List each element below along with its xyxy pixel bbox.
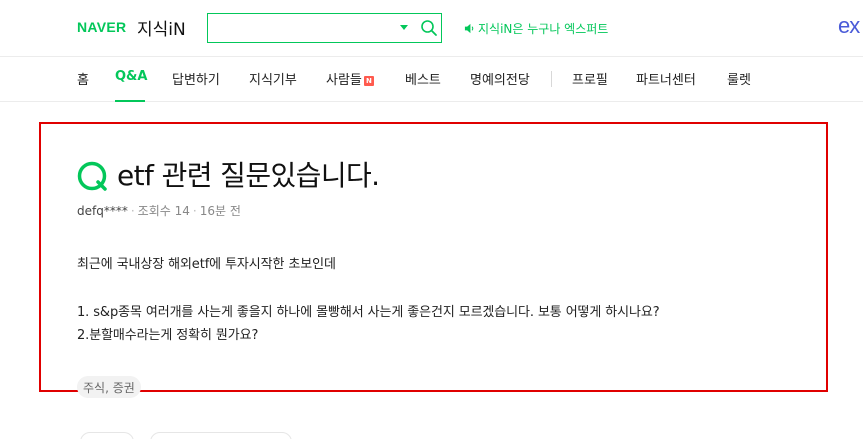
question-mark-icon	[77, 161, 107, 191]
nav-item-home[interactable]: 홈	[77, 69, 89, 88]
nav-item-answer[interactable]: 답변하기	[172, 69, 220, 88]
author-name[interactable]: defq****	[77, 204, 128, 218]
action-button[interactable]	[80, 432, 134, 439]
nav-divider	[551, 71, 552, 87]
nav-item-people[interactable]: 사람들 N	[326, 69, 374, 88]
posted-time: 16분 전	[199, 204, 241, 218]
meta-separator: ·	[192, 204, 197, 218]
kin-logo[interactable]: 지식iN	[137, 15, 186, 40]
question-body-line: 1. s&p종목 여러개를 사는게 좋을지 하나에 몰빵해서 사는게 좋은건지 …	[77, 305, 660, 320]
view-count: 조회수 14	[137, 204, 190, 218]
nav-item-profile[interactable]: 프로필	[572, 69, 608, 88]
search-input[interactable]	[214, 18, 394, 38]
nav-item-hall-of-fame[interactable]: 명예의전당	[470, 69, 530, 88]
expert-notice-text: 지식iN은 누구나 엑스퍼트	[478, 22, 609, 36]
nav-item-partner-center[interactable]: 파트너센터	[636, 69, 696, 88]
expert-logo[interactable]: ex	[838, 13, 860, 39]
question-body-line: 2.분할매수라는게 정확히 뭔가요?	[77, 328, 259, 343]
header: NAVER 지식iN 지식iN은 누구나 엑스퍼트 ex	[0, 0, 863, 56]
nav-item-roulette[interactable]: 룰렛	[727, 69, 751, 88]
search-box	[207, 13, 442, 43]
nav-item-qna[interactable]: Q&A	[115, 69, 147, 84]
question-body-line: 최근에 국내상장 해외etf에 투자시작한 초보인데	[77, 257, 336, 272]
question-title: etf 관련 질문있습니다.	[117, 159, 380, 192]
chevron-down-icon[interactable]	[400, 25, 408, 30]
nav-item-people-label: 사람들	[326, 73, 362, 88]
speaker-icon	[464, 23, 474, 34]
nav-active-indicator	[115, 100, 145, 102]
main-nav: 홈 Q&A 답변하기 지식기부 사람들 N 베스트 명예의전당 프로필 파트너센터…	[0, 56, 863, 102]
nav-item-donation[interactable]: 지식기부	[249, 69, 297, 88]
question-meta: defq**** · 조회수 14 · 16분 전	[77, 202, 241, 219]
search-icon[interactable]	[420, 19, 438, 37]
nav-item-best[interactable]: 베스트	[405, 69, 441, 88]
meta-separator: ·	[130, 204, 135, 218]
new-badge: N	[363, 76, 374, 86]
expert-notice-link[interactable]: 지식iN은 누구나 엑스퍼트	[464, 20, 608, 37]
action-button[interactable]	[150, 432, 292, 439]
tag-chip[interactable]: 주식, 증권	[77, 376, 141, 398]
naver-logo[interactable]: NAVER	[77, 19, 126, 35]
